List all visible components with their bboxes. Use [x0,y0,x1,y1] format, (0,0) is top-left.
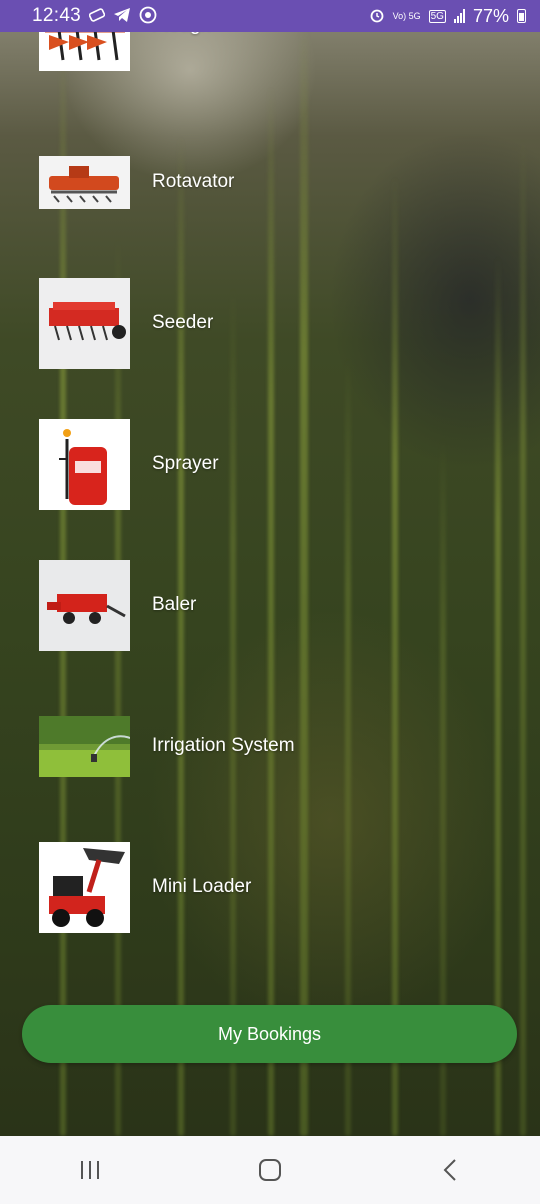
back-button[interactable] [420,1146,480,1194]
recent-apps-button[interactable] [60,1146,120,1194]
rotavator-image [39,155,130,209]
equipment-label: Mini Loader [152,876,252,897]
equipment-item-irrigation-system[interactable]: Irrigation System [39,700,295,792]
alarm-icon [369,7,385,25]
equipment-label: Baler [152,594,197,615]
signal-icon [453,9,465,23]
equipment-label: Sprayer [152,453,219,474]
volte-indicator: Vo) 5G [392,10,421,21]
battery-percent: 77% [472,5,509,26]
baler-image [39,559,130,651]
recent-apps-icon [81,1161,99,1179]
my-bookings-button[interactable]: My Bookings [22,1005,517,1063]
sprayer-image [39,418,130,510]
back-icon [443,1159,456,1181]
system-nav-bar [0,1136,540,1204]
equipment-item-seeder[interactable]: Seeder [39,277,213,369]
network-type: 5G [428,9,446,23]
mini-loader-image [39,841,130,933]
home-icon [259,1159,281,1181]
status-bar: 12:43 Vo) 5G 5G 77% [0,0,540,32]
telegram-icon [113,7,131,25]
equipment-item-baler[interactable]: Baler [39,559,196,651]
whatsapp-icon [139,6,157,26]
equipment-label: Irrigation System [152,735,295,756]
battery-icon [517,9,526,23]
equipment-label: Seeder [152,312,214,333]
irrigation-image [39,715,130,777]
status-time: 12:43 [32,5,82,26]
notification-icon [88,8,106,24]
equipment-item-mini-loader[interactable]: Mini Loader [39,841,251,933]
equipment-label: Rotavator [152,171,235,192]
seeder-image [39,277,130,369]
home-button[interactable] [240,1146,300,1194]
equipment-item-sprayer[interactable]: Sprayer [39,418,219,510]
equipment-item-rotavator[interactable]: Rotavator [39,136,234,228]
